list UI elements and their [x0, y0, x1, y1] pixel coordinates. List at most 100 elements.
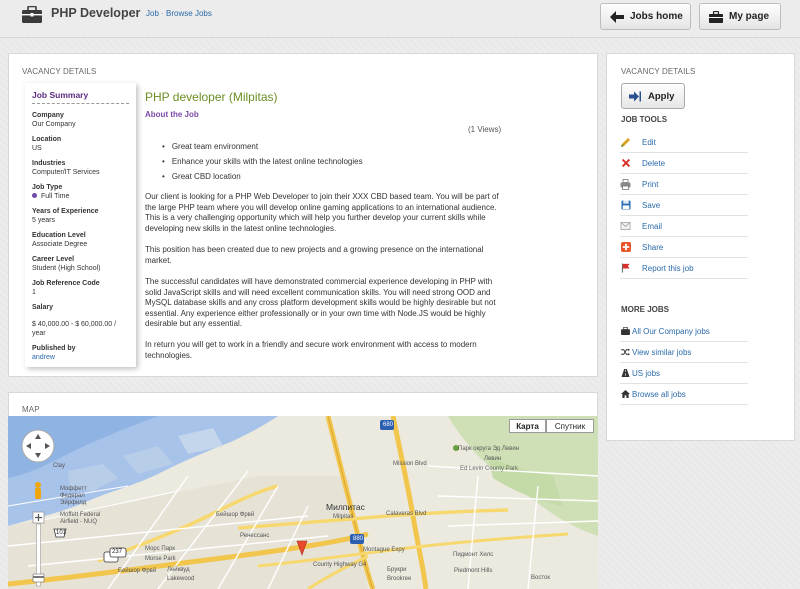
tool-label: Edit — [642, 137, 656, 147]
jobs-home-button[interactable]: Jobs home — [600, 3, 691, 30]
tool-save[interactable]: Save — [620, 195, 748, 216]
map-label-piedmont: Пидмонт Хилс — [453, 552, 494, 558]
tool-label: Save — [642, 200, 661, 210]
map-label-milpitas-en: Milpitas — [333, 514, 354, 520]
map-label-lakewood: Лейквуд — [167, 567, 190, 573]
description-paragraph: In return you will get to work in a frie… — [145, 340, 477, 360]
list-item: Great team environment — [162, 142, 363, 152]
publisher-link[interactable]: andrew — [32, 354, 55, 361]
field-value-wrap: Full Time — [32, 192, 129, 201]
map-label-calaveras: Calaveras Blvd — [386, 511, 427, 517]
tool-share[interactable]: Share — [620, 237, 748, 258]
map-label-moffett-en: Moffett Federal Airfield - NUQ — [60, 512, 101, 525]
breadcrumb: Job · Browse Jobs — [146, 9, 212, 18]
views-count: (1 Views) — [468, 125, 502, 134]
tool-print[interactable]: Print — [620, 174, 748, 195]
summary-published: Published by andrew — [32, 344, 129, 362]
map-label-880: 880 — [353, 536, 364, 542]
field-value: 5 years — [32, 217, 55, 224]
map-label-milpitas: Милпитас — [326, 502, 365, 512]
more-jobs-title: MORE JOBS — [621, 305, 670, 314]
briefcase-icon — [709, 10, 723, 23]
apply-label: Apply — [648, 90, 675, 102]
tool-edit[interactable]: Edit — [620, 132, 748, 153]
map-label-lakewood-en: Lakewood — [167, 576, 195, 582]
plus-icon — [620, 242, 631, 253]
field-value: $ 40,000.00 - $ 60,000.00 / year — [32, 321, 117, 337]
apply-button[interactable]: Apply — [621, 83, 685, 109]
job-title: PHP developer (Milpitas) — [145, 90, 278, 104]
field-label: Industries — [32, 160, 66, 167]
map-type-satellite-button[interactable]: Спутник — [546, 419, 594, 433]
more-us-jobs[interactable]: US jobs — [620, 363, 748, 384]
more-browse-all[interactable]: Browse all jobs — [620, 384, 748, 405]
summary-career: Career Level Student (High School) — [32, 255, 129, 273]
summary-job-type: Job Type Full Time — [32, 183, 129, 201]
tool-label: Email — [642, 221, 663, 231]
summary-experience: Years of Experience 5 years — [32, 207, 129, 225]
map-view[interactable]: Милпитас Milpitas Парк округа Эд Левин E… — [8, 416, 598, 589]
road-icon — [620, 369, 630, 378]
briefcase-icon — [620, 327, 630, 336]
printer-icon — [620, 178, 631, 190]
map-label-zevon: Левин — [484, 456, 502, 462]
field-label: Career Level — [32, 256, 75, 263]
job-type-dot-icon — [32, 193, 37, 198]
benefits-list: Great team environment Enhance your skil… — [162, 142, 363, 187]
tool-report[interactable]: Report this job — [620, 258, 748, 279]
map-label-bayshore: Бейшор Фрвй — [216, 512, 255, 518]
tool-email[interactable]: Email — [620, 216, 748, 237]
my-page-label: My page — [729, 11, 770, 22]
job-tools-title: JOB TOOLS — [621, 115, 668, 124]
map-label-montague: Montague Expy — [363, 547, 405, 553]
tool-label: Delete — [642, 158, 666, 168]
field-label: Job Reference Code — [32, 280, 100, 287]
breadcrumb-job[interactable]: Job — [146, 9, 159, 18]
description-paragraph: Our client is looking for a PHP Web Deve… — [145, 192, 499, 233]
more-company-jobs[interactable]: All Our Company jobs — [620, 321, 748, 342]
description-paragraph: The successful candidates will have demo… — [145, 277, 496, 328]
map-label-morse-en: Morse Park — [145, 556, 176, 562]
more-label: View similar jobs — [632, 347, 692, 357]
map-label-101: 101 — [56, 530, 67, 536]
field-label: Company — [32, 112, 64, 119]
home-icon — [620, 390, 630, 399]
more-similar-jobs[interactable]: View similar jobs — [620, 342, 748, 363]
job-summary-card: Job Summary Company Our Company Location… — [25, 83, 136, 367]
my-page-button[interactable]: My page — [699, 3, 781, 30]
flag-icon — [620, 263, 631, 274]
briefcase-icon — [22, 6, 42, 23]
field-label: Salary — [32, 304, 54, 311]
field-value: Full Time — [41, 193, 70, 200]
tool-label: Share — [642, 242, 664, 252]
shuffle-icon — [620, 348, 630, 357]
top-bar: PHP Developer Job · Browse Jobs Jobs hom… — [0, 0, 800, 38]
pencil-icon — [620, 137, 631, 148]
field-value: 1 — [32, 289, 36, 296]
map-label-moffett: Моффетт Федерал Эйрфилд — [60, 486, 87, 506]
field-value: US — [32, 145, 42, 152]
more-label: US jobs — [632, 368, 661, 378]
field-label: Education Level — [32, 232, 86, 239]
map-label-county: County Highway G4 — [313, 562, 367, 568]
map-label-renaissance: Ренессанс — [240, 533, 270, 539]
tool-delete[interactable]: Delete — [620, 153, 748, 174]
map-label-237: 237 — [112, 549, 123, 555]
map-label-brukri-en: Brookree — [387, 576, 412, 582]
field-label: Years of Experience — [32, 208, 99, 215]
vacancy-section-title: VACANCY DETAILS — [22, 67, 97, 76]
field-value: Our Company — [32, 121, 76, 128]
map-type-map-button[interactable]: Карта — [509, 419, 546, 433]
summary-reference: Job Reference Code 1 — [32, 279, 129, 297]
field-label: Location — [32, 136, 62, 143]
tool-label: Report this job — [642, 263, 694, 273]
sidebar-section-title: VACANCY DETAILS — [621, 67, 696, 76]
app-title: PHP Developer — [51, 6, 141, 20]
tool-label: Print — [642, 179, 659, 189]
map-label-park: Парк округа Эд Левин — [458, 446, 519, 452]
floppy-icon — [620, 200, 631, 211]
breadcrumb-browse-jobs[interactable]: Browse Jobs — [166, 9, 212, 18]
description-paragraph: This position has been created due to ne… — [145, 245, 484, 265]
more-label: All Our Company jobs — [632, 326, 710, 336]
about-the-job-heading: About the Job — [145, 110, 199, 119]
